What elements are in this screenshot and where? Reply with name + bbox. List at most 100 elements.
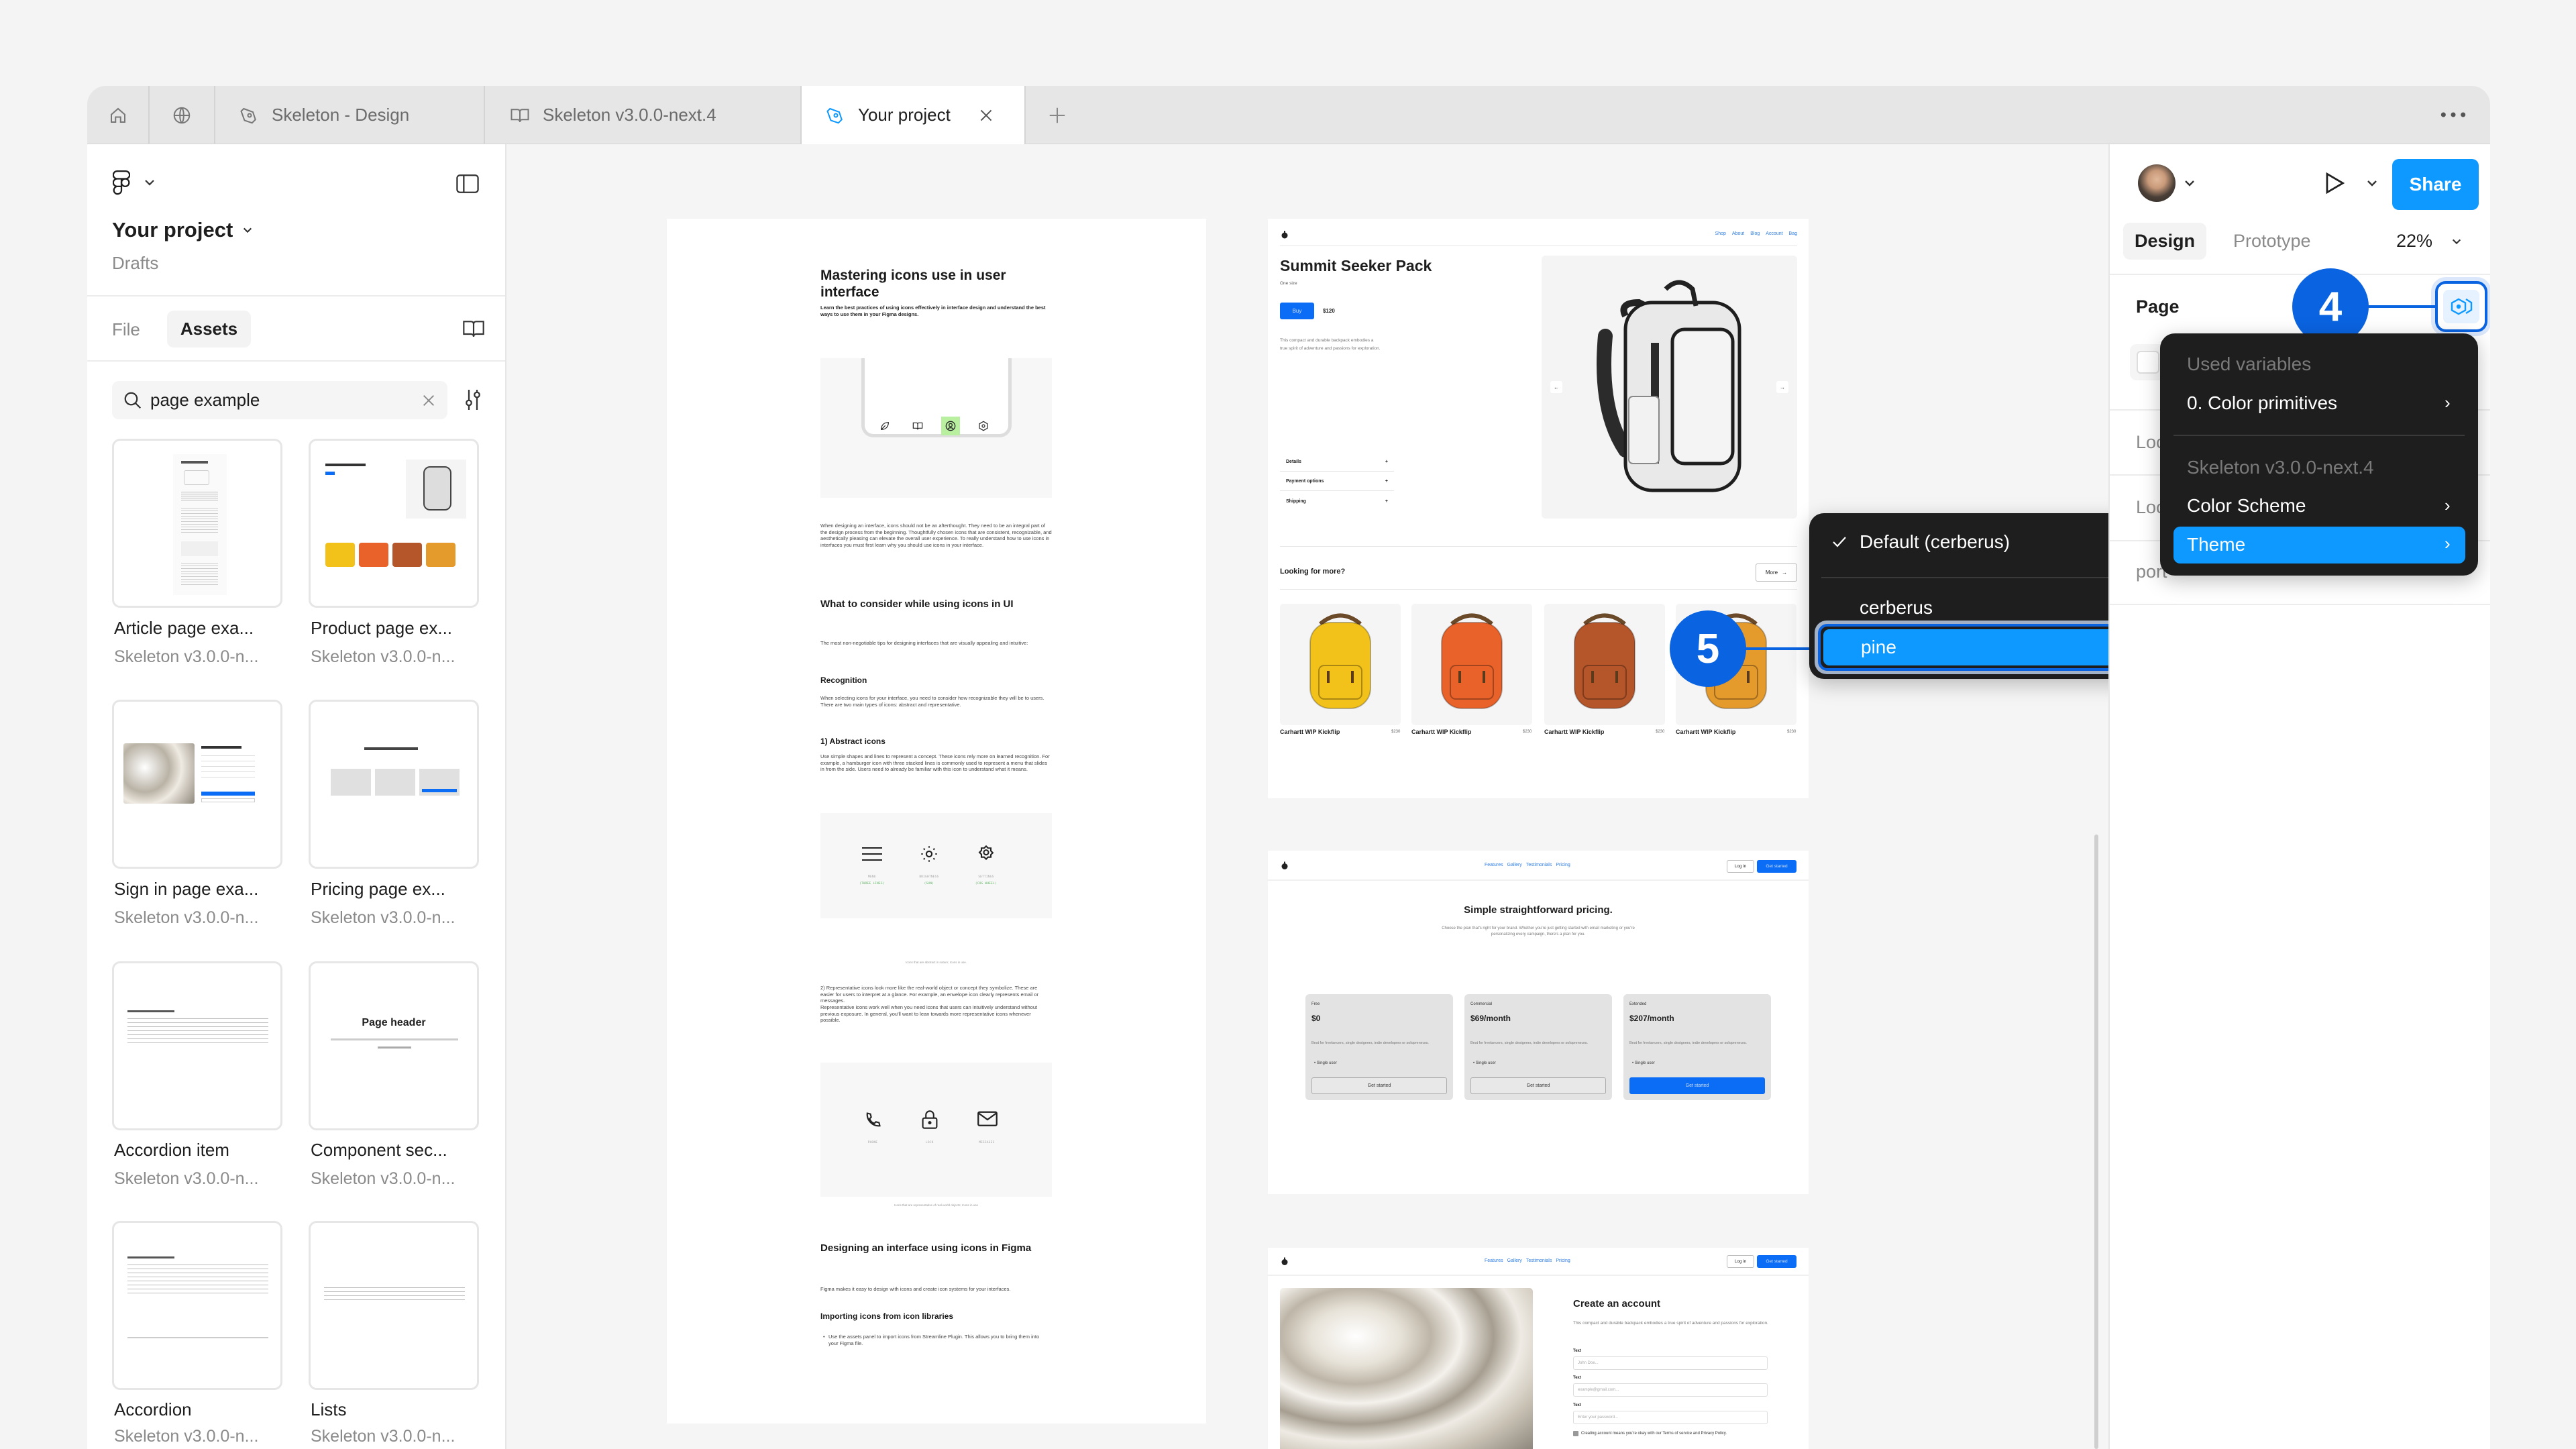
- product-card[interactable]: [1544, 604, 1665, 725]
- password-input[interactable]: Enter your password...: [1573, 1411, 1768, 1424]
- white-backpack-image: [1597, 280, 1741, 492]
- nav-link[interactable]: About: [1732, 231, 1744, 236]
- filter-sliders-icon[interactable]: [464, 388, 482, 412]
- nav-link[interactable]: Features: [1485, 1258, 1503, 1263]
- clear-search-icon[interactable]: [421, 393, 436, 408]
- product-card-price: $230: [1656, 730, 1665, 734]
- article-paragraph: When selecting icons for your interface,…: [820, 695, 1044, 708]
- asset-thumbnail-component-section[interactable]: Page header: [309, 961, 479, 1130]
- asset-thumbnail-article[interactable]: [112, 439, 282, 608]
- tab-skeleton-library[interactable]: Skeleton v3.0.0-next.4: [485, 86, 802, 144]
- annotation-connector: [1741, 647, 1811, 650]
- article-paragraph: Use simple shapes and lines to represent…: [820, 753, 1050, 773]
- accordion-payment[interactable]: Payment options +: [1280, 472, 1394, 491]
- asset-thumbnail-accordion-item[interactable]: [112, 961, 282, 1130]
- chevron-down-icon[interactable]: [2366, 179, 2378, 187]
- figure-caption: Icons that are representative of real-wo…: [894, 1203, 979, 1207]
- login-button[interactable]: Log in: [1727, 860, 1754, 873]
- icon-caption: (COG WHEEL): [975, 881, 997, 885]
- asset-label: Accordion: [114, 1399, 192, 1419]
- chevron-down-icon[interactable]: [144, 178, 156, 187]
- frame-pricing-page[interactable]: Features Gallery Testimonials Pricing Lo…: [1268, 851, 1809, 1194]
- asset-thumbnail-signin[interactable]: [112, 700, 282, 869]
- new-tab-plus-icon[interactable]: [1047, 105, 1067, 125]
- frame-signin-page[interactable]: Features Gallery Testimonials Pricing Lo…: [1268, 1248, 1809, 1449]
- nav-link[interactable]: Shop: [1715, 231, 1726, 236]
- accordion-shipping[interactable]: Shipping +: [1280, 492, 1394, 511]
- terms-checkbox[interactable]: [1573, 1431, 1578, 1436]
- chevron-down-icon: [244, 227, 252, 233]
- tab-home[interactable]: [87, 86, 150, 144]
- nav-link[interactable]: Pricing: [1556, 1258, 1570, 1263]
- project-switcher[interactable]: Your project: [112, 218, 253, 242]
- nav-link[interactable]: Testimonials: [1526, 863, 1552, 867]
- email-input[interactable]: example@gmail.com...: [1573, 1383, 1768, 1397]
- product-card-price: $230: [1391, 730, 1401, 734]
- get-started-button[interactable]: Get started: [1757, 1255, 1796, 1268]
- product-card-name: Carhartt WIP Kickflip: [1544, 729, 1605, 735]
- article-subtitle: Learn the best practices of using icons …: [820, 305, 1046, 317]
- canvas-scrollbar[interactable]: [2094, 835, 2098, 1449]
- get-started-button[interactable]: Get started: [1757, 860, 1796, 873]
- buy-button[interactable]: Buy: [1280, 303, 1314, 319]
- tab-design[interactable]: Design: [2123, 223, 2206, 260]
- nav-link[interactable]: Gallery: [1507, 1258, 1522, 1263]
- tab-prototype[interactable]: Prototype: [2233, 231, 2311, 252]
- share-button[interactable]: Share: [2392, 159, 2479, 210]
- theme-option-cerberus[interactable]: cerberus: [1860, 597, 1933, 619]
- user-avatar[interactable]: [2138, 164, 2176, 202]
- product-card[interactable]: [1280, 604, 1401, 725]
- more-options-icon[interactable]: [2438, 105, 2468, 125]
- product-card[interactable]: [1411, 604, 1532, 725]
- menu-item-theme[interactable]: Theme ›: [2174, 527, 2465, 564]
- tab-assets[interactable]: Assets: [167, 311, 251, 347]
- theme-option-pine[interactable]: pine: [1823, 629, 2139, 665]
- accordion-label: Shipping: [1286, 498, 1306, 504]
- book-icon: [511, 108, 529, 122]
- zoom-level-dropdown[interactable]: 22%: [2396, 231, 2462, 252]
- tab-your-project[interactable]: Your project: [802, 86, 1026, 144]
- theme-option-default[interactable]: Default (cerberus): [1860, 531, 2010, 553]
- login-button[interactable]: Log in: [1727, 1255, 1754, 1268]
- frame-article-page[interactable]: Mastering icons use in user interface Le…: [667, 219, 1206, 1424]
- nav-link[interactable]: Bag: [1789, 231, 1797, 236]
- asset-thumbnail-product[interactable]: [309, 439, 479, 608]
- carousel-prev-arrow-icon[interactable]: ←: [1550, 381, 1562, 393]
- library-book-icon[interactable]: [463, 319, 484, 338]
- close-icon[interactable]: [977, 107, 995, 124]
- nav-link[interactable]: Features: [1485, 863, 1503, 867]
- chevron-down-icon[interactable]: [2184, 179, 2196, 187]
- plan-cta-button[interactable]: Get started: [1470, 1077, 1606, 1094]
- toggle-sidebar-icon[interactable]: [456, 174, 479, 194]
- plan-cta-button[interactable]: Get started: [1311, 1077, 1447, 1094]
- search-input[interactable]: page example: [150, 390, 260, 411]
- search-field[interactable]: page example: [112, 381, 447, 419]
- name-input[interactable]: John Doe...: [1573, 1356, 1768, 1370]
- nav-link[interactable]: Testimonials: [1526, 1258, 1552, 1263]
- asset-thumbnail-accordion[interactable]: [112, 1221, 282, 1390]
- menu-item-color-primitives[interactable]: 0. Color primitives: [2187, 392, 2337, 414]
- nav-link[interactable]: Pricing: [1556, 863, 1570, 867]
- asset-thumbnail-pricing[interactable]: [309, 700, 479, 869]
- nav-link[interactable]: Account: [1766, 231, 1782, 236]
- plan-cta-button[interactable]: Get started: [1629, 1077, 1765, 1094]
- asset-thumbnail-lists[interactable]: [309, 1221, 479, 1390]
- menu-item-color-scheme[interactable]: Color Scheme: [2187, 495, 2306, 517]
- figma-logo-icon[interactable]: [113, 170, 130, 197]
- tab-community[interactable]: [150, 86, 215, 144]
- figma-window: Skeleton - Design Skeleton v3.0.0-next.4…: [87, 86, 2490, 1449]
- figure-caption: Icons that are abstract in nature; Icons…: [905, 961, 967, 964]
- variable-modes-button[interactable]: [2435, 281, 2487, 332]
- tab-file[interactable]: File: [112, 319, 140, 340]
- theme-option-pine-highlight[interactable]: pine: [1815, 621, 2148, 674]
- canvas[interactable]: Mastering icons use in user interface Le…: [506, 144, 2153, 1449]
- nav-link[interactable]: Gallery: [1507, 863, 1522, 867]
- accordion-details[interactable]: Details +: [1280, 453, 1394, 472]
- play-icon[interactable]: [2323, 171, 2346, 195]
- more-button[interactable]: More →: [1756, 564, 1797, 582]
- tab-skeleton-design[interactable]: Skeleton - Design: [215, 86, 485, 144]
- nav-link[interactable]: Blog: [1750, 231, 1760, 236]
- carousel-next-arrow-icon[interactable]: →: [1776, 381, 1788, 393]
- frame-product-page[interactable]: Shop About Blog Account Bag Summit Seeke…: [1268, 219, 1809, 798]
- article-heading: Importing icons from icon libraries: [820, 1311, 954, 1321]
